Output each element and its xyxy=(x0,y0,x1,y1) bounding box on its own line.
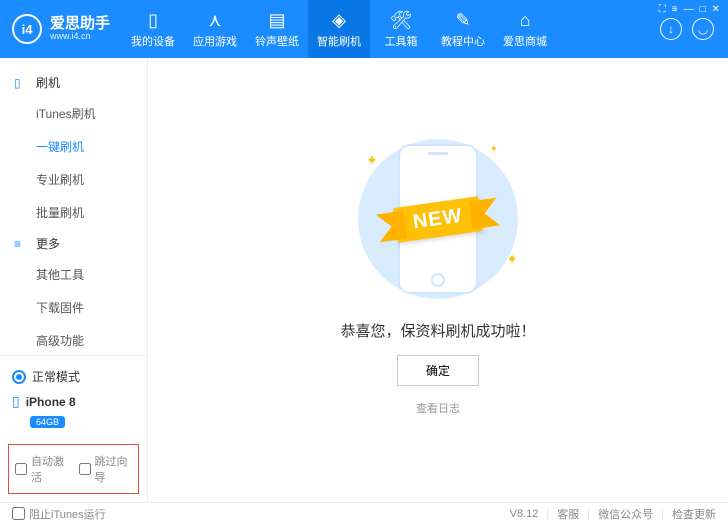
main-tabs: ▯我的设备 ⋏应用游戏 ▤铃声壁纸 ◈智能刷机 🛠工具箱 ✎教程中心 ⌂爱思商城 xyxy=(122,0,556,58)
group-flash: ▯刷机 xyxy=(0,68,147,97)
sparkle-icon: ✦ xyxy=(366,152,378,169)
sparkle-icon: ✦ xyxy=(490,144,498,155)
mode-dot-icon xyxy=(12,370,26,384)
toolbox-icon: 🛠 xyxy=(390,9,413,31)
sidebar-item-download-firmware[interactable]: 下载固件 xyxy=(0,291,147,324)
check-skip-wizard-box[interactable] xyxy=(79,463,91,475)
footer-link-wechat[interactable]: 微信公众号 xyxy=(598,506,653,522)
winctrl-max[interactable]: □ xyxy=(700,4,706,15)
logo: i4 爱思助手 www.i4.cn xyxy=(0,14,122,44)
sidebar-item-pro-flash[interactable]: 专业刷机 xyxy=(0,163,147,196)
sidebar-item-other-tools[interactable]: 其他工具 xyxy=(0,258,147,291)
group-more: ≡更多 xyxy=(0,229,147,258)
sidebar: ▯刷机 iTunes刷机 一键刷机 专业刷机 批量刷机 ≡更多 其他工具 下载固… xyxy=(0,58,148,502)
sidebar-item-batch-flash[interactable]: 批量刷机 xyxy=(0,196,147,229)
header: ⛶ ≡ — □ ✕ i4 爱思助手 www.i4.cn ▯我的设备 ⋏应用游戏 … xyxy=(0,0,728,58)
ok-button[interactable]: 确定 xyxy=(397,355,479,386)
tutorials-icon: ✎ xyxy=(455,9,470,31)
flash-icon: ◈ xyxy=(332,9,346,31)
footer-link-update[interactable]: 检查更新 xyxy=(672,506,716,522)
device-info[interactable]: ▯iPhone 8 xyxy=(10,389,137,414)
main-content: NEW ✦ ✦ ✦ 恭喜您，保资料刷机成功啦！ 确定 查看日志 xyxy=(148,58,728,502)
brand-name: 爱思助手 xyxy=(50,16,110,33)
sidebar-item-advanced[interactable]: 高级功能 xyxy=(0,324,147,355)
sidebar-item-oneclick-flash[interactable]: 一键刷机 xyxy=(0,130,147,163)
user-icon[interactable]: ◡ xyxy=(692,18,714,40)
view-log-link[interactable]: 查看日志 xyxy=(416,400,460,416)
tab-my-device[interactable]: ▯我的设备 xyxy=(122,0,184,58)
tab-tutorials[interactable]: ✎教程中心 xyxy=(432,0,494,58)
logo-icon: i4 xyxy=(12,14,42,44)
highlighted-checkboxes: 自动激活 跳过向导 xyxy=(8,444,139,494)
tab-toolbox[interactable]: 🛠工具箱 xyxy=(370,0,432,58)
block-itunes-box[interactable] xyxy=(12,507,25,520)
check-auto-activate[interactable]: 自动激活 xyxy=(15,453,69,485)
tab-store[interactable]: ⌂爱思商城 xyxy=(494,0,556,58)
block-itunes-check[interactable]: 阻止iTunes运行 xyxy=(12,506,106,522)
success-message: 恭喜您，保资料刷机成功啦！ xyxy=(340,320,535,341)
winctrl-2[interactable]: ≡ xyxy=(672,4,678,15)
winctrl-1[interactable]: ⛶ xyxy=(659,4,666,15)
check-auto-activate-box[interactable] xyxy=(15,463,27,475)
ringtones-icon: ▤ xyxy=(269,9,286,31)
version-label: V8.12 xyxy=(510,508,539,520)
winctrl-close[interactable]: ✕ xyxy=(712,4,720,15)
apps-icon: ⋏ xyxy=(208,9,221,31)
winctrl-min[interactable]: — xyxy=(684,4,694,15)
tab-ringtones[interactable]: ▤铃声壁纸 xyxy=(246,0,308,58)
device-mode[interactable]: 正常模式 xyxy=(10,364,137,389)
store-icon: ⌂ xyxy=(520,9,531,31)
brand-url: www.i4.cn xyxy=(50,32,110,42)
footer: 阻止iTunes运行 V8.12 | 客服 | 微信公众号 | 检查更新 xyxy=(0,502,728,524)
more-icon: ≡ xyxy=(14,237,30,251)
header-right: ↓ ◡ xyxy=(660,18,728,40)
device-phone-icon: ▯ xyxy=(12,393,20,410)
device-icon: ▯ xyxy=(148,9,158,31)
window-controls: ⛶ ≡ — □ ✕ xyxy=(659,4,720,15)
sparkle-icon: ✦ xyxy=(506,251,518,268)
success-illustration: NEW ✦ ✦ ✦ xyxy=(328,134,548,304)
download-icon[interactable]: ↓ xyxy=(660,18,682,40)
tab-apps[interactable]: ⋏应用游戏 xyxy=(184,0,246,58)
check-skip-wizard[interactable]: 跳过向导 xyxy=(79,453,133,485)
tab-flash[interactable]: ◈智能刷机 xyxy=(308,0,370,58)
capacity-badge: 64GB xyxy=(30,416,65,428)
sidebar-bottom: 正常模式 ▯iPhone 8 64GB xyxy=(0,355,147,436)
phone-icon: ▯ xyxy=(14,76,30,90)
sidebar-item-itunes-flash[interactable]: iTunes刷机 xyxy=(0,97,147,130)
footer-link-support[interactable]: 客服 xyxy=(557,506,579,522)
